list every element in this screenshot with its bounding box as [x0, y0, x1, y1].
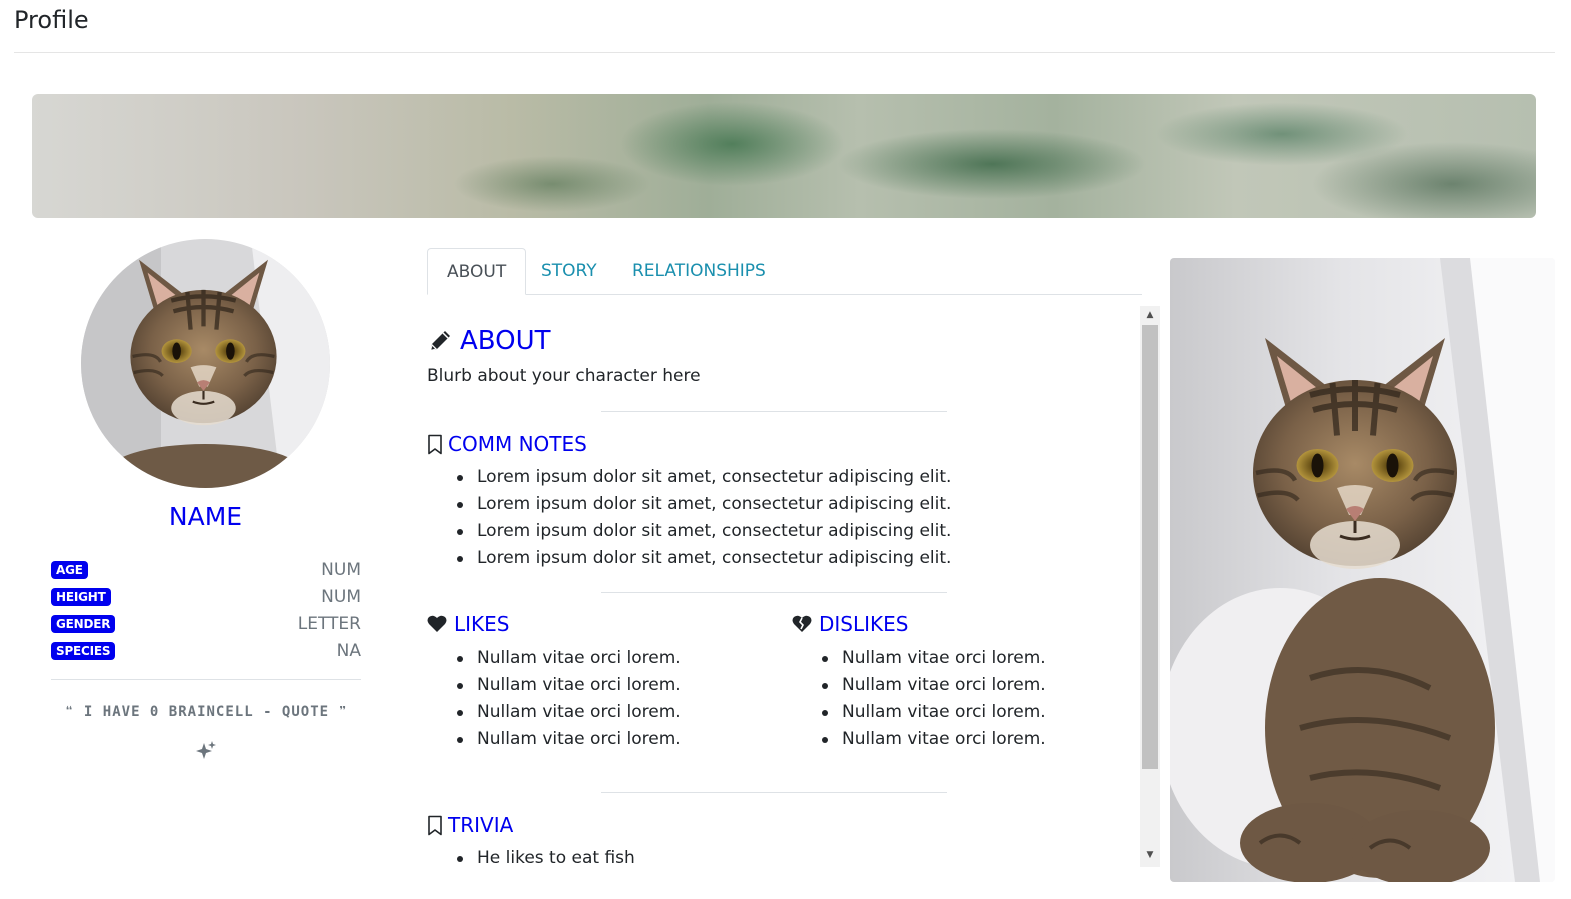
tab-bar: ABOUT STORY RELATIONSHIPS: [427, 248, 1142, 295]
likes-heading: LIKES: [427, 612, 510, 636]
stat-label-badge: SPECIES: [51, 641, 116, 660]
stats-divider: [51, 679, 361, 680]
dislikes-title: DISLIKES: [819, 612, 909, 636]
list-item: He likes to eat fish: [427, 845, 635, 867]
likes-list: Nullam vitae orci lorem. Nullam vitae or…: [427, 645, 681, 753]
list-item: Lorem ipsum dolor sit amet, consectetur …: [427, 491, 951, 518]
quote-right-icon: ❞: [338, 704, 348, 720]
list-item: Nullam vitae orci lorem.: [792, 726, 1046, 753]
header-divider: [14, 52, 1555, 53]
section-divider: [601, 411, 947, 412]
stat-label-badge: AGE: [51, 560, 88, 579]
stat-value: LETTER: [297, 613, 361, 634]
stat-value: NUM: [321, 559, 361, 580]
list-item: Nullam vitae orci lorem.: [427, 726, 681, 753]
about-heading: ABOUT: [427, 326, 551, 356]
comm-notes-heading: COMM NOTES: [427, 432, 587, 456]
bookmark-icon: [428, 434, 442, 454]
stat-row-height: HEIGHT NUM: [51, 583, 361, 610]
about-title: ABOUT: [460, 326, 551, 356]
page-title: Profile: [14, 6, 89, 34]
list-item: Lorem ipsum dolor sit amet, consectetur …: [427, 518, 951, 545]
section-divider: [601, 592, 947, 593]
sparkles-icon: [195, 740, 217, 762]
stat-row-gender: GENDER LETTER: [51, 610, 361, 637]
list-item: Nullam vitae orci lorem.: [427, 645, 681, 672]
character-photo: [1170, 258, 1555, 882]
broken-heart-icon: [792, 615, 812, 632]
list-item: Nullam vitae orci lorem.: [427, 672, 681, 699]
dislikes-list: Nullam vitae orci lorem. Nullam vitae or…: [792, 645, 1046, 753]
list-item: Lorem ipsum dolor sit amet, consectetur …: [427, 464, 951, 491]
trivia-title: TRIVIA: [448, 813, 514, 837]
pencil-icon: [431, 331, 450, 350]
about-panel[interactable]: ABOUT Blurb about your character here CO…: [427, 306, 1139, 867]
stat-label-badge: GENDER: [51, 614, 116, 633]
list-item: Nullam vitae orci lorem.: [792, 672, 1046, 699]
character-name: NAME: [168, 502, 243, 531]
tab-story[interactable]: STORY: [522, 248, 616, 295]
dislikes-heading: DISLIKES: [792, 612, 908, 636]
scrollbar-thumb[interactable]: [1142, 325, 1158, 769]
scroll-down-arrow-icon[interactable]: ▼: [1140, 846, 1160, 864]
list-item: Lorem ipsum dolor sit amet, consectetur …: [427, 545, 951, 572]
avatar: [81, 239, 330, 488]
comm-notes-list: Lorem ipsum dolor sit amet, consectetur …: [427, 464, 951, 572]
stat-label-badge: HEIGHT: [51, 587, 111, 606]
list-item: Nullam vitae orci lorem.: [792, 645, 1046, 672]
heart-icon: [427, 615, 447, 632]
list-item: Nullam vitae orci lorem.: [792, 699, 1046, 726]
stat-row-age: AGE NUM: [51, 556, 361, 583]
list-item: Nullam vitae orci lorem.: [427, 699, 681, 726]
tab-about[interactable]: ABOUT: [427, 248, 527, 295]
profile-banner: [32, 94, 1536, 218]
trivia-heading: TRIVIA: [427, 813, 513, 837]
stats-list: AGE NUM HEIGHT NUM GENDER LETTER SPECIES…: [51, 556, 361, 664]
stat-row-species: SPECIES NA: [51, 637, 361, 664]
stat-value: NUM: [321, 586, 361, 607]
character-quote: ❝ I HAVE 0 BRAINCELL - QUOTE ❞: [49, 704, 364, 720]
about-blurb: Blurb about your character here: [427, 366, 701, 386]
quote-text: I HAVE 0 BRAINCELL - QUOTE: [83, 704, 330, 720]
tab-relationships[interactable]: RELATIONSHIPS: [613, 248, 785, 295]
section-divider: [601, 792, 947, 793]
likes-title: LIKES: [454, 612, 510, 636]
trivia-list: He likes to eat fish: [427, 845, 635, 867]
bookmark-icon: [428, 815, 442, 835]
comm-notes-title: COMM NOTES: [448, 432, 587, 456]
stat-value: NA: [336, 640, 361, 661]
quote-left-icon: ❝: [65, 704, 75, 720]
scroll-up-arrow-icon[interactable]: ▲: [1140, 306, 1160, 324]
